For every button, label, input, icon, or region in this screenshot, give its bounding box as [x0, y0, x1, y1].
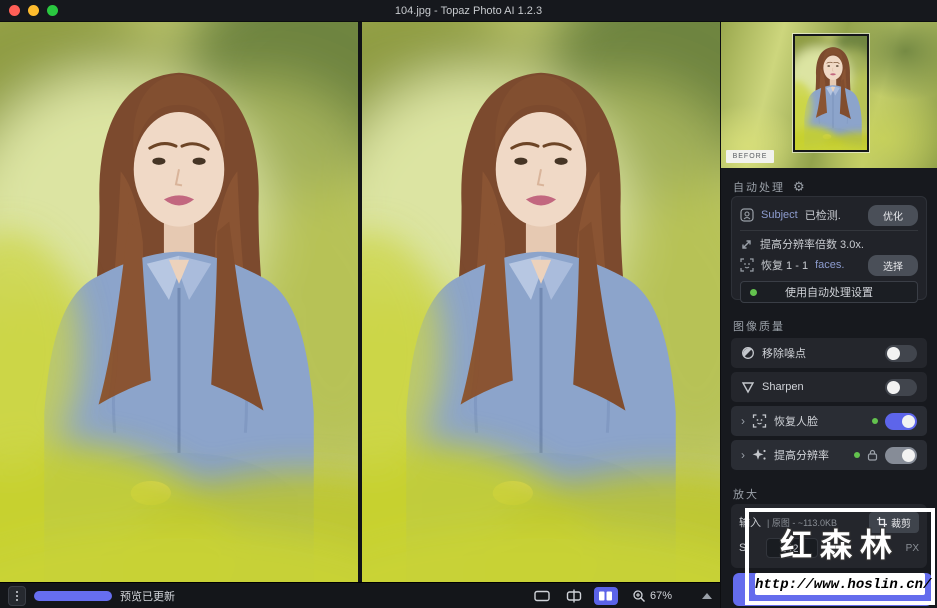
watermark-overlay: 红森林 http://www.hoslin.cn/: [745, 508, 935, 605]
lock-icon: [867, 449, 878, 461]
traffic-lights: [9, 5, 58, 16]
gear-icon[interactable]: ⚙: [793, 180, 805, 195]
select-faces-button[interactable]: 选择: [868, 254, 918, 276]
side-by-side-icon: [599, 591, 613, 601]
close-button[interactable]: [9, 5, 20, 16]
autopilot-header: 自动处理 ⚙: [733, 179, 805, 195]
navigation-preview[interactable]: BEFORE: [721, 22, 937, 168]
sharpen-toggle[interactable]: [885, 378, 917, 396]
crop-region-rect[interactable]: [793, 34, 869, 152]
green-status-dot: [854, 452, 860, 458]
face-frame-icon: [740, 258, 754, 272]
upscale-toggle[interactable]: [885, 446, 917, 464]
chevron-right-icon[interactable]: ›: [741, 449, 745, 461]
faces-word: faces.: [815, 259, 845, 271]
recover-faces-toggle[interactable]: [885, 412, 917, 430]
upscale-info-row: 提高分辨率倍数 3.0x.: [740, 234, 918, 254]
denoise-icon: [742, 347, 754, 359]
comparison-canvas: [0, 22, 720, 582]
titlebar: 104.jpg - Topaz Photo AI 1.2.3: [0, 0, 937, 22]
sharpen-icon: [741, 381, 755, 393]
sharpen-row[interactable]: Sharpen: [731, 372, 927, 402]
watermark-url-box: http://www.hoslin.cn/: [755, 573, 931, 595]
green-status-dot: [750, 289, 757, 296]
zoom-control[interactable]: 67%: [632, 589, 672, 603]
app-window: 104.jpg - Topaz Photo AI 1.2.3 预览已更新 67%…: [0, 0, 937, 608]
preview-progress-bar: [34, 590, 112, 601]
zoom-level-label: 67%: [649, 590, 672, 602]
after-image-panel[interactable]: [362, 22, 720, 582]
faces-count-text: 恢复 1 - 1: [761, 260, 809, 272]
subject-word: Subject: [761, 209, 798, 221]
watermark-title: 红森林: [779, 527, 900, 563]
menu-kebab-button[interactable]: [8, 585, 26, 606]
apply-autopilot-button[interactable]: 使用自动处理设置: [740, 281, 918, 303]
before-image-panel[interactable]: [0, 22, 358, 582]
panel-divider: [740, 230, 918, 231]
faces-row: 恢复 1 - 1 faces. 选择: [740, 254, 918, 276]
magnifier-icon: [633, 590, 645, 602]
split-view-button[interactable]: [562, 587, 586, 605]
split-view-icon: [566, 589, 582, 603]
watermark-url: http://www.hoslin.cn/: [755, 577, 932, 593]
remove-noise-toggle[interactable]: [885, 344, 917, 362]
expand-panel-triangle[interactable]: [702, 593, 712, 599]
sidebar: BEFORE 自动处理 ⚙ Subject 已检测. 优化 提高分辨率倍数 3.…: [720, 22, 937, 608]
recover-faces-row[interactable]: › 恢复人脸: [731, 406, 927, 436]
refine-button[interactable]: 优化: [868, 204, 918, 226]
window-title: 104.jpg - Topaz Photo AI 1.2.3: [394, 4, 543, 17]
zoom-window-button[interactable]: [47, 5, 58, 16]
green-status-dot: [872, 418, 878, 424]
recover-faces-icon: [752, 414, 767, 428]
remove-noise-row[interactable]: 移除噪点: [731, 338, 927, 368]
single-view-button[interactable]: [530, 587, 554, 605]
statusbar: 预览已更新 67%: [0, 582, 720, 608]
side-by-side-view-button[interactable]: [593, 587, 618, 605]
resize-arrow-icon: [742, 239, 751, 249]
subject-detected-row: Subject 已检测. 优化: [740, 203, 918, 227]
before-badge: BEFORE: [726, 150, 774, 163]
autopilot-panel: Subject 已检测. 优化 提高分辨率倍数 3.0x. 恢复 1 - 1 f…: [731, 196, 927, 303]
upscale-sparkle-icon: [752, 449, 766, 460]
subject-detect-icon: [740, 208, 754, 222]
single-view-icon: [534, 590, 550, 602]
chevron-right-icon[interactable]: ›: [741, 415, 745, 427]
upscale-row[interactable]: › 提高分辨率: [731, 440, 927, 470]
enlarge-header: 放大: [733, 489, 759, 501]
quality-header: 图像质量: [733, 321, 785, 333]
upscale-info-text: 提高分辨率倍数 3.0x.: [760, 239, 864, 251]
preview-status-text: 预览已更新: [120, 590, 175, 603]
minimize-button[interactable]: [28, 5, 39, 16]
subject-status: 已检测.: [804, 210, 841, 222]
